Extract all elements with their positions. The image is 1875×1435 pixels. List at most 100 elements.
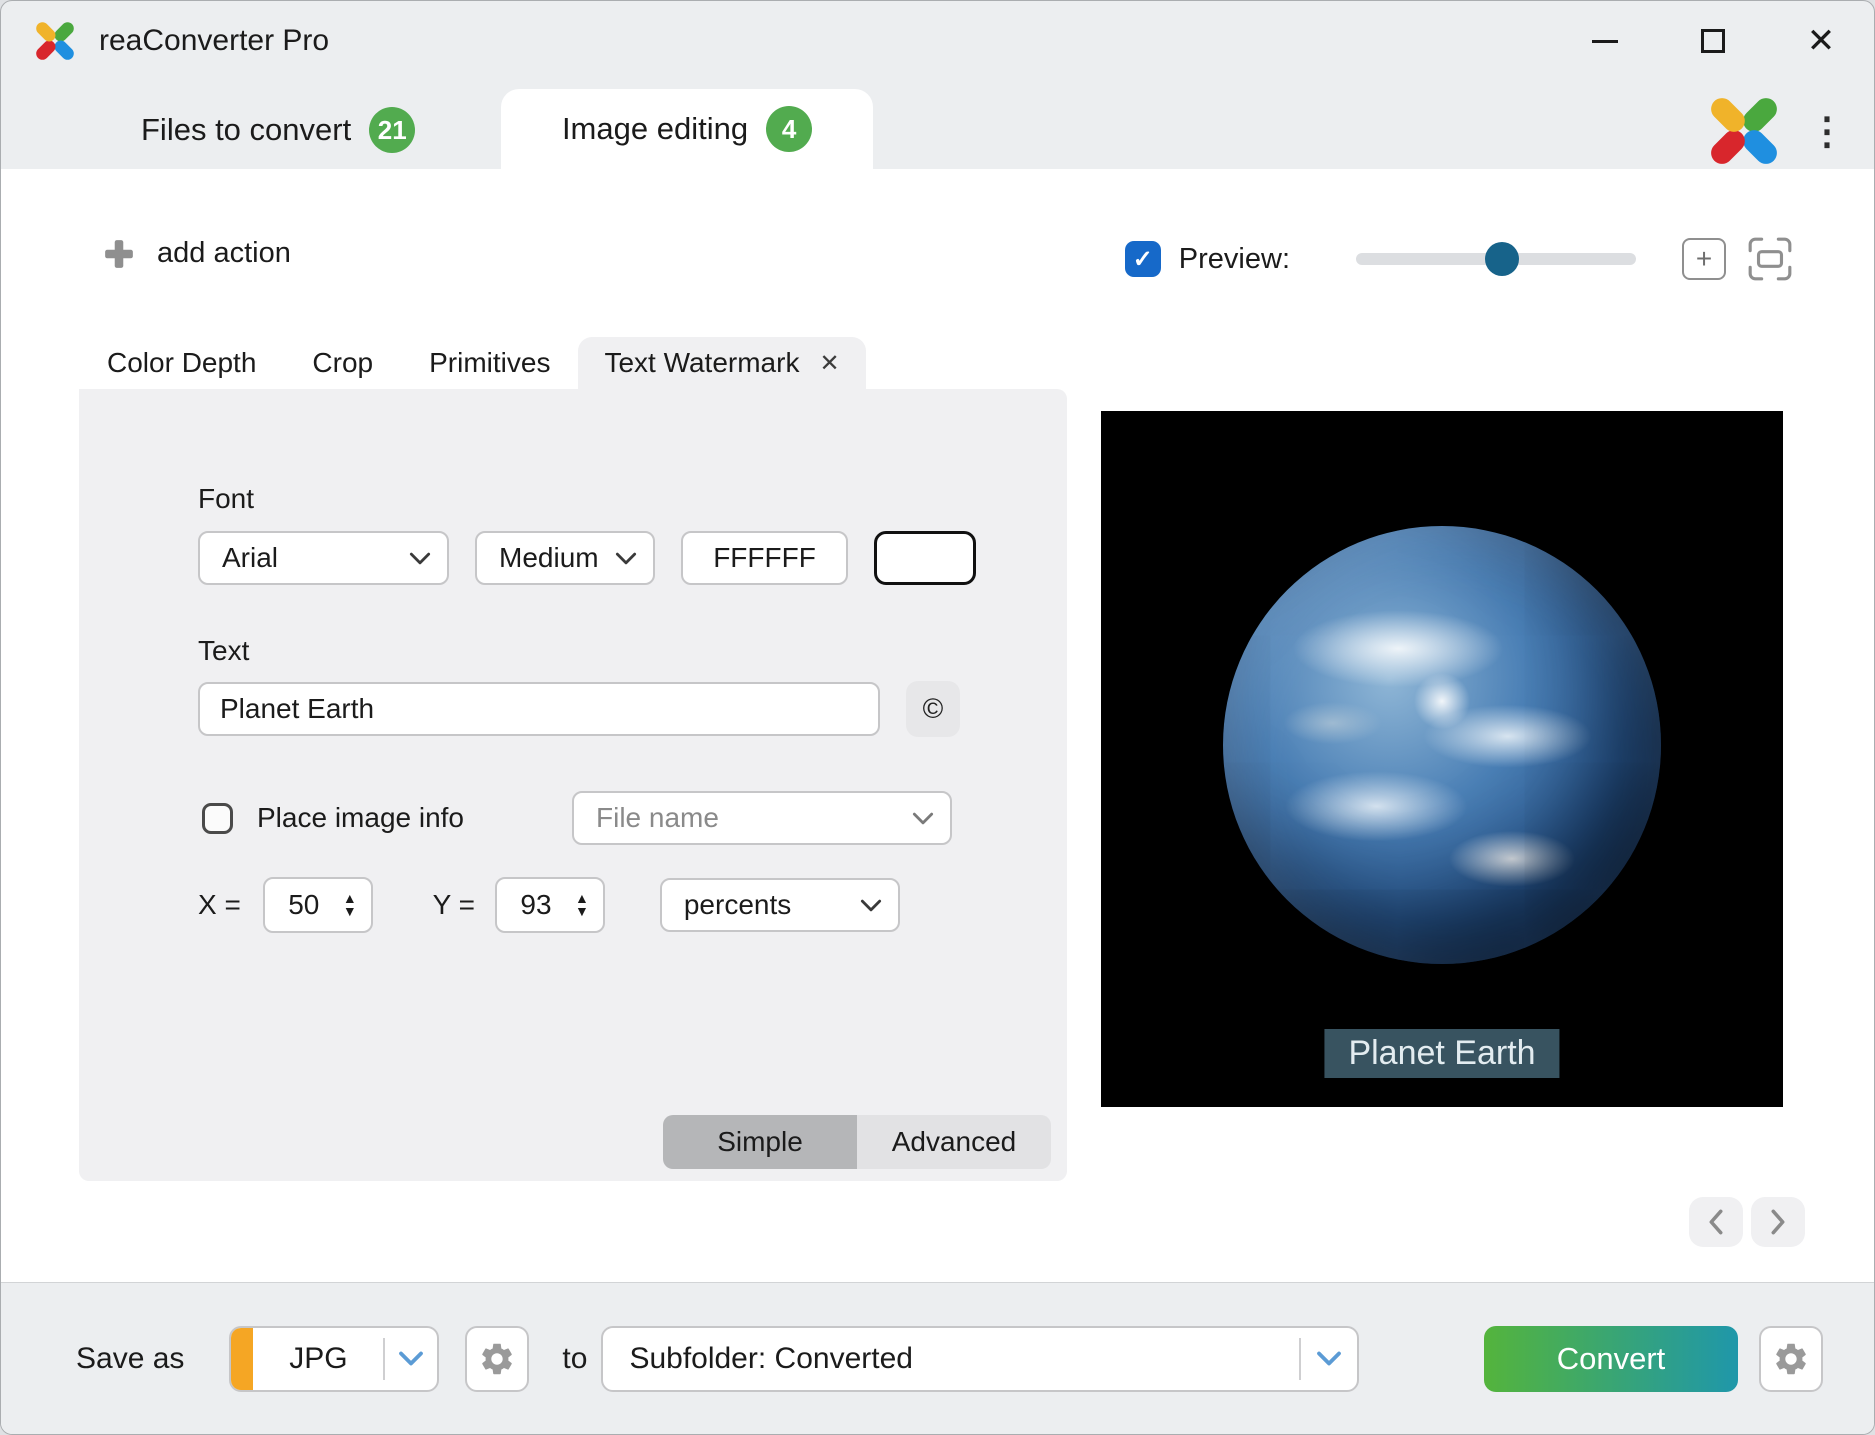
font-label: Font xyxy=(198,483,254,515)
preview-checkbox[interactable]: ✓ xyxy=(1125,241,1161,277)
tab-text-watermark-label: Text Watermark xyxy=(604,347,799,379)
image-info-select[interactable]: File name xyxy=(572,791,952,845)
window-title: reaConverter Pro xyxy=(99,24,329,58)
font-family-select[interactable]: Arial xyxy=(198,531,449,585)
title-bar: reaConverter Pro ✕ xyxy=(1,1,1874,81)
add-action-button[interactable]: add action xyxy=(103,237,291,270)
chevron-down-icon xyxy=(393,552,447,565)
files-count-badge: 21 xyxy=(369,107,415,153)
action-tab-row: Color Depth Crop Primitives Text Waterma… xyxy=(79,337,866,389)
main-tab-row: Files to convert 21 Image editing 4 ⋮ xyxy=(1,81,1874,169)
place-image-info-label: Place image info xyxy=(257,802,464,834)
fullscreen-icon xyxy=(1746,235,1794,283)
maximize-button[interactable] xyxy=(1690,18,1736,64)
format-color-stripe xyxy=(231,1328,253,1390)
chevron-down-icon[interactable] xyxy=(1301,1328,1357,1390)
simple-mode-button[interactable]: Simple xyxy=(663,1115,857,1169)
tab-crop[interactable]: Crop xyxy=(284,337,401,389)
units-select[interactable]: percents xyxy=(660,878,900,932)
tab-crop-label: Crop xyxy=(312,347,373,379)
close-button[interactable]: ✕ xyxy=(1798,18,1844,64)
x-label: X = xyxy=(198,889,241,921)
format-select[interactable]: JPG xyxy=(229,1326,439,1392)
check-icon: ✓ xyxy=(1133,245,1153,274)
preview-zoom-slider[interactable] xyxy=(1356,253,1636,265)
tab-text-watermark[interactable]: Text Watermark ✕ xyxy=(578,337,865,389)
content-area: add action ✓ Preview: + xyxy=(1,169,1874,1282)
destination-select[interactable]: Subfolder: Converted xyxy=(601,1326,1359,1392)
app-logo-icon xyxy=(31,17,79,65)
format-settings-button[interactable] xyxy=(465,1326,529,1392)
place-image-info-checkbox[interactable] xyxy=(202,803,233,834)
tab-primitives-label: Primitives xyxy=(429,347,550,379)
y-label: Y = xyxy=(433,889,475,921)
preview-image: Planet Earth xyxy=(1101,411,1783,1107)
maximize-icon xyxy=(1701,29,1725,53)
font-style-value: Medium xyxy=(477,542,599,574)
preview-label: Preview: xyxy=(1179,243,1290,276)
convert-settings-button[interactable] xyxy=(1759,1326,1823,1392)
watermark-overlay: Planet Earth xyxy=(1324,1029,1559,1078)
font-family-value: Arial xyxy=(200,542,393,574)
minimize-icon xyxy=(1592,40,1618,43)
text-label: Text xyxy=(198,635,249,667)
tab-files-label: Files to convert xyxy=(141,112,351,148)
plus-icon: + xyxy=(1696,243,1712,275)
font-style-select[interactable]: Medium xyxy=(475,531,655,585)
watermark-text-input[interactable] xyxy=(198,682,880,736)
simple-mode-label: Simple xyxy=(717,1126,803,1158)
tab-primitives[interactable]: Primitives xyxy=(401,337,578,389)
chevron-down-icon xyxy=(896,812,950,825)
format-value: JPG xyxy=(253,1328,383,1390)
chevron-right-icon xyxy=(1767,1209,1789,1235)
tab-files-to-convert[interactable]: Files to convert 21 xyxy=(141,99,415,161)
close-tab-icon[interactable]: ✕ xyxy=(819,349,839,378)
previous-image-button[interactable] xyxy=(1689,1197,1743,1247)
preview-controls: ✓ Preview: + xyxy=(1125,235,1794,283)
overflow-menu-button[interactable]: ⋮ xyxy=(1808,109,1844,154)
slider-thumb[interactable] xyxy=(1485,242,1519,276)
chevron-left-icon xyxy=(1705,1209,1727,1235)
advanced-mode-button[interactable]: Advanced xyxy=(857,1115,1051,1169)
mode-toggle: Simple Advanced xyxy=(663,1115,1051,1169)
spinner-arrows-icon[interactable]: ▲▼ xyxy=(575,892,603,917)
minimize-button[interactable] xyxy=(1582,18,1628,64)
editing-count-badge: 4 xyxy=(766,106,812,152)
bottom-bar: Save as JPG to Subfolder: Converted Conv… xyxy=(1,1282,1874,1434)
copyright-button[interactable]: © xyxy=(906,681,960,737)
y-spinner[interactable]: 93 ▲▼ xyxy=(495,877,605,933)
convert-label: Convert xyxy=(1557,1341,1666,1377)
chevron-down-icon xyxy=(844,899,898,912)
app-window: reaConverter Pro ✕ Files to convert 21 I… xyxy=(0,0,1875,1435)
brand-logo-icon xyxy=(1702,89,1786,173)
earth-image xyxy=(1223,526,1661,964)
tab-image-editing[interactable]: Image editing 4 xyxy=(501,89,873,169)
to-label: to xyxy=(562,1342,587,1376)
convert-button[interactable]: Convert xyxy=(1484,1326,1738,1392)
units-value: percents xyxy=(662,889,844,921)
y-value: 93 xyxy=(497,889,575,921)
x-spinner[interactable]: 50 ▲▼ xyxy=(263,877,373,933)
tab-color-depth[interactable]: Color Depth xyxy=(79,337,284,389)
zoom-in-button[interactable]: + xyxy=(1682,238,1726,280)
gear-icon xyxy=(478,1340,516,1378)
tab-editing-label: Image editing xyxy=(562,111,748,147)
add-action-label: add action xyxy=(157,237,291,270)
chevron-down-icon[interactable] xyxy=(385,1328,437,1390)
tab-color-depth-label: Color Depth xyxy=(107,347,256,379)
fullscreen-button[interactable] xyxy=(1746,235,1794,283)
font-color-field[interactable] xyxy=(681,531,848,585)
image-info-value: File name xyxy=(574,802,896,834)
chevron-down-icon xyxy=(599,552,653,565)
x-value: 50 xyxy=(265,889,343,921)
destination-value: Subfolder: Converted xyxy=(603,1328,1299,1390)
spinner-arrows-icon[interactable]: ▲▼ xyxy=(343,892,371,917)
next-image-button[interactable] xyxy=(1751,1197,1805,1247)
save-as-label: Save as xyxy=(76,1342,184,1376)
text-watermark-panel: Font Arial Medium Text © xyxy=(79,389,1067,1181)
gear-icon xyxy=(1772,1340,1810,1378)
preview-navigation xyxy=(1689,1197,1805,1247)
plus-icon xyxy=(103,238,135,270)
font-color-swatch[interactable] xyxy=(874,531,976,585)
close-icon: ✕ xyxy=(1807,24,1836,58)
